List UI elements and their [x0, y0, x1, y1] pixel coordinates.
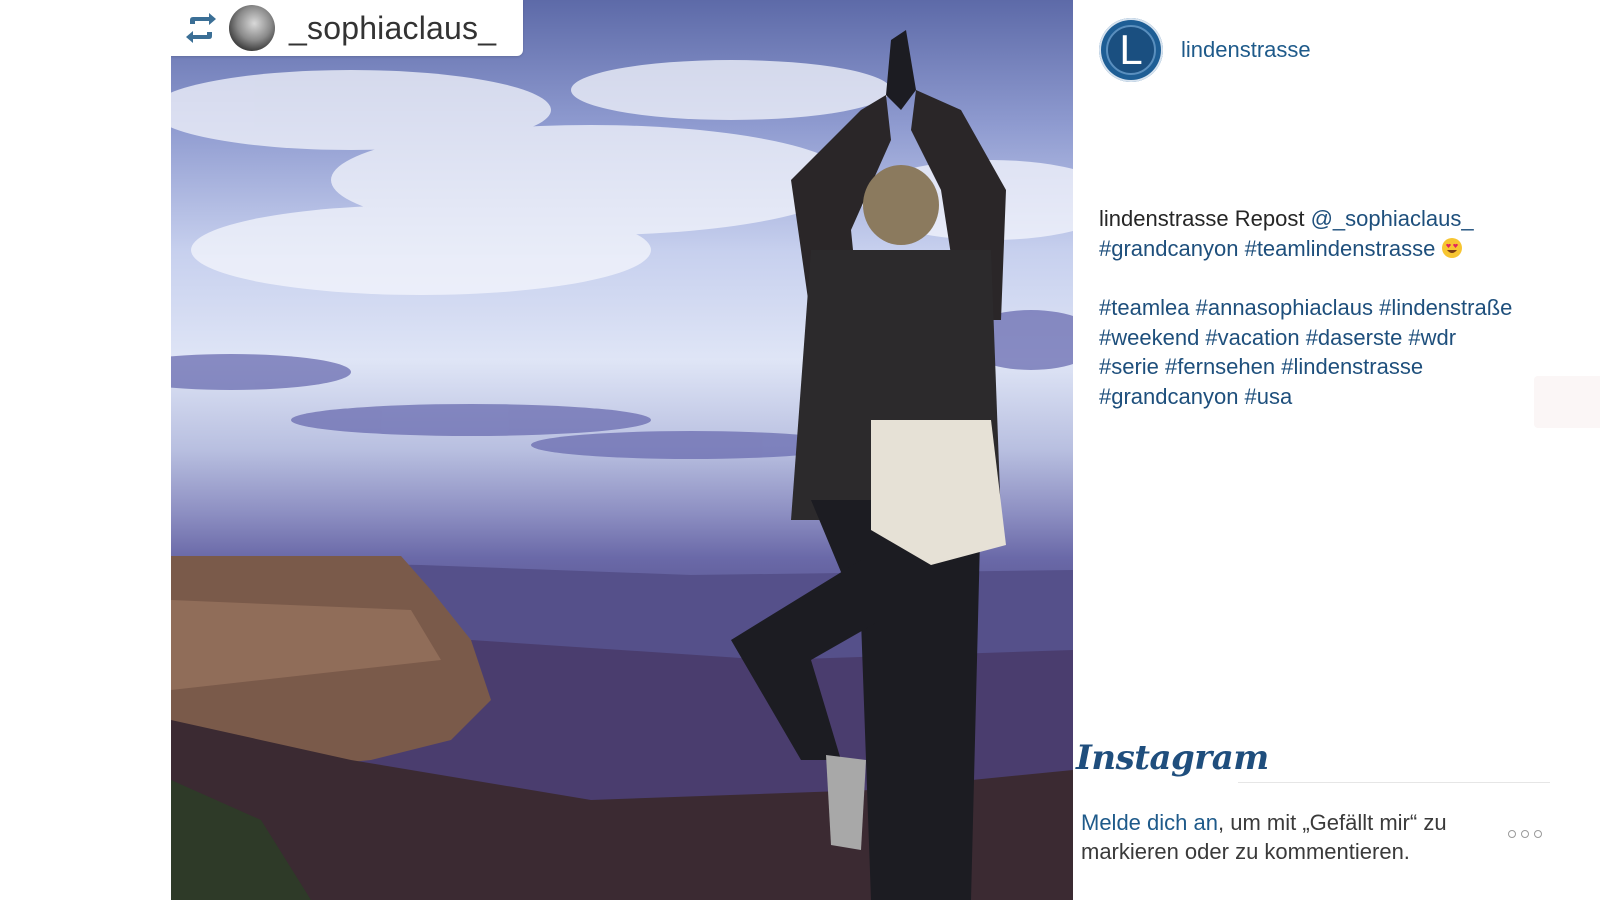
dot: [1534, 830, 1542, 838]
repost-avatar[interactable]: [229, 5, 275, 51]
repost-icon: [186, 13, 216, 43]
repost-username[interactable]: _sophiaclaus_: [289, 10, 496, 47]
hashtag-link[interactable]: #grandcanyon: [1099, 236, 1238, 261]
caption-text: Repost: [1228, 206, 1311, 231]
login-prompt: Melde dich an, um mit „Gefällt mir“ zu m…: [1081, 808, 1501, 866]
side-edge-tab[interactable]: [1534, 376, 1600, 428]
footer-divider: [1238, 782, 1550, 783]
hashtag-link[interactable]: #teamlindenstrasse: [1245, 236, 1436, 261]
caption-line-1: lindenstrasse Repost @_sophiaclaus_: [1099, 204, 1579, 234]
caption-username[interactable]: lindenstrasse: [1099, 206, 1229, 231]
caption-line-2: #grandcanyon #teamlindenstrasse: [1099, 234, 1579, 264]
heart-eyes-emoji-icon: [1442, 237, 1463, 258]
dot: [1521, 830, 1529, 838]
author-avatar[interactable]: L: [1099, 18, 1163, 82]
hashtag-line[interactable]: #grandcanyon #usa: [1099, 382, 1579, 412]
post-header: L lindenstrasse: [1099, 18, 1311, 82]
post-photo[interactable]: _sophiaclaus_: [171, 0, 1073, 900]
login-link[interactable]: Melde dich an: [1081, 810, 1218, 835]
avatar-letter: L: [1119, 26, 1143, 73]
author-username[interactable]: lindenstrasse: [1181, 37, 1311, 63]
caption-mention[interactable]: @_sophiaclaus_: [1311, 206, 1474, 231]
hashtag-line[interactable]: #teamlea #annasophiaclaus #lindenstraße: [1099, 293, 1579, 323]
repost-badge[interactable]: _sophiaclaus_: [171, 0, 523, 56]
hashtag-line[interactable]: #weekend #vacation #daserste #wdr: [1099, 323, 1579, 353]
dot: [1508, 830, 1516, 838]
post-caption: lindenstrasse Repost @_sophiaclaus_ #gra…: [1099, 204, 1579, 411]
instagram-logo[interactable]: Instagram: [1076, 738, 1269, 778]
photo-scene: [171, 30, 1073, 900]
hashtag-line[interactable]: #serie #fernsehen #lindenstrasse: [1099, 352, 1579, 382]
more-dots-icon[interactable]: [1508, 830, 1542, 838]
